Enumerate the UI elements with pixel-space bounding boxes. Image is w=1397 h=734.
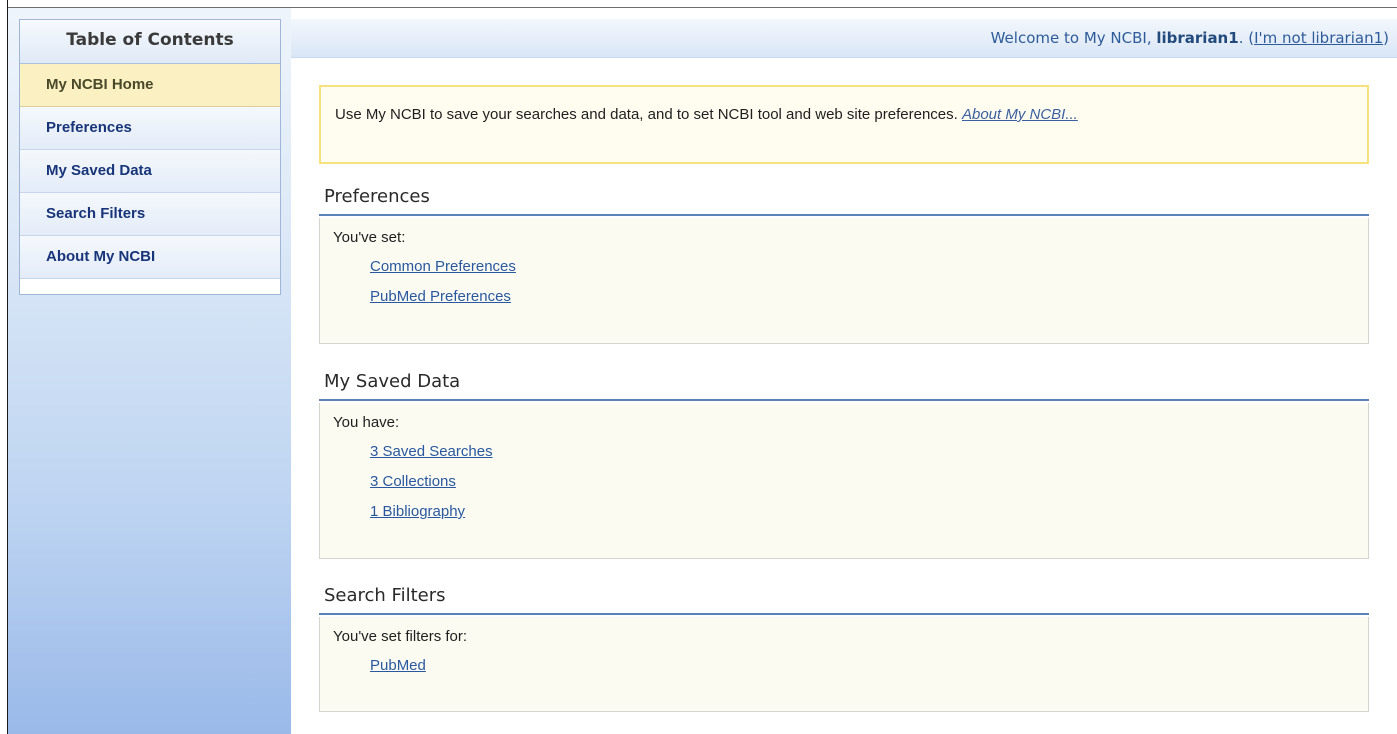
sidebar-item-my-ncbi-home[interactable]: My NCBI Home <box>20 64 280 107</box>
sidebar-item-my-saved-data[interactable]: My Saved Data <box>20 150 280 193</box>
window-top-edge <box>0 0 1397 8</box>
saved-searches-link[interactable]: 3 Saved Searches <box>370 443 1368 460</box>
search-filters-heading: Search Filters <box>319 585 1369 615</box>
username: librarian1 <box>1156 29 1239 47</box>
common-preferences-link[interactable]: Common Preferences <box>370 258 1368 275</box>
saved-data-heading: My Saved Data <box>319 371 1369 401</box>
saved-data-label: You have: <box>333 414 400 431</box>
pubmed-preferences-link[interactable]: PubMed Preferences <box>370 288 1368 305</box>
window-left-edge <box>0 0 8 734</box>
preferences-label: You've set: <box>333 229 406 246</box>
sidebar-item-search-filters[interactable]: Search Filters <box>20 193 280 236</box>
main-content: Welcome to My NCBI, librarian1. (I'm not… <box>291 8 1397 734</box>
table-of-contents: Table of Contents My NCBI Home Preferenc… <box>19 19 281 295</box>
toc-title: Table of Contents <box>20 20 280 64</box>
welcome-text: Welcome to My NCBI, <box>990 29 1157 47</box>
welcome-separator: . ( <box>1238 29 1255 47</box>
preferences-box: You've set: Common Preferences PubMed Pr… <box>319 218 1369 344</box>
intro-box: Use My NCBI to save your searches and da… <box>319 85 1369 164</box>
preferences-heading: Preferences <box>319 186 1369 216</box>
intro-text: Use My NCBI to save your searches and da… <box>335 106 962 123</box>
search-filters-label: You've set filters for: <box>333 628 468 645</box>
sidebar: Table of Contents My NCBI Home Preferenc… <box>8 8 291 734</box>
welcome-bar: Welcome to My NCBI, librarian1. (I'm not… <box>291 19 1397 58</box>
welcome-close: ) <box>1383 29 1389 47</box>
bibliography-link[interactable]: 1 Bibliography <box>370 503 1368 520</box>
not-me-link[interactable]: I'm not librarian1 <box>1254 29 1383 47</box>
sidebar-item-about-my-ncbi[interactable]: About My NCBI <box>20 236 280 279</box>
saved-data-box: You have: 3 Saved Searches 3 Collections… <box>319 403 1369 559</box>
collections-link[interactable]: 3 Collections <box>370 473 1368 490</box>
sidebar-item-preferences[interactable]: Preferences <box>20 107 280 150</box>
pubmed-filter-link[interactable]: PubMed <box>370 657 1368 674</box>
about-my-ncbi-link[interactable]: About My NCBI... <box>962 106 1078 123</box>
search-filters-box: You've set filters for: PubMed <box>319 617 1369 712</box>
